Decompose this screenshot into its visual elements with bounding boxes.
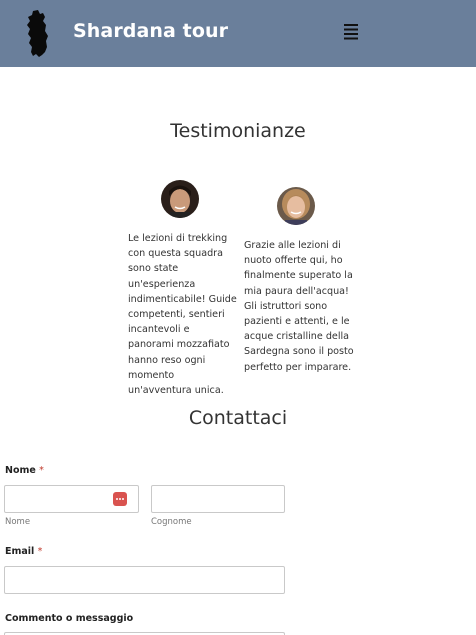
email-label: Email * xyxy=(5,546,42,557)
email-input[interactable] xyxy=(4,566,285,594)
person-avatar-icon xyxy=(161,180,199,218)
last-name-input[interactable] xyxy=(151,485,285,513)
required-mark: * xyxy=(37,546,43,557)
testimonial-avatar-1 xyxy=(161,180,199,218)
first-name-sublabel: Nome xyxy=(5,517,31,527)
first-name-input[interactable] xyxy=(4,485,139,513)
hamburger-menu-icon[interactable] xyxy=(342,22,360,42)
person-avatar-icon xyxy=(277,187,315,225)
testimonial-text-2: Grazie alle lezioni di nuoto offerte qui… xyxy=(244,240,354,373)
badge-dot xyxy=(119,498,121,500)
name-label: Nome * xyxy=(5,465,44,476)
last-name-sublabel: Cognome xyxy=(151,517,192,527)
comment-label: Commento o messaggio xyxy=(5,613,134,624)
required-mark: * xyxy=(39,465,44,476)
name-label-text: Nome xyxy=(5,465,36,476)
testimonial-avatar-2 xyxy=(277,187,315,225)
badge-dot xyxy=(122,498,124,500)
testimonials-title: Testimonianze xyxy=(170,120,306,142)
password-manager-icon[interactable] xyxy=(113,492,127,506)
email-label-text: Email xyxy=(5,546,35,557)
site-header: Shardana tour xyxy=(0,0,476,67)
site-title[interactable]: Shardana tour xyxy=(73,20,228,42)
sardinia-map-icon[interactable] xyxy=(24,10,52,58)
badge-dot xyxy=(116,498,118,500)
contact-title: Contattaci xyxy=(188,407,288,429)
testimonial-text-1: Le lezioni di trekking con questa squadr… xyxy=(128,233,237,397)
